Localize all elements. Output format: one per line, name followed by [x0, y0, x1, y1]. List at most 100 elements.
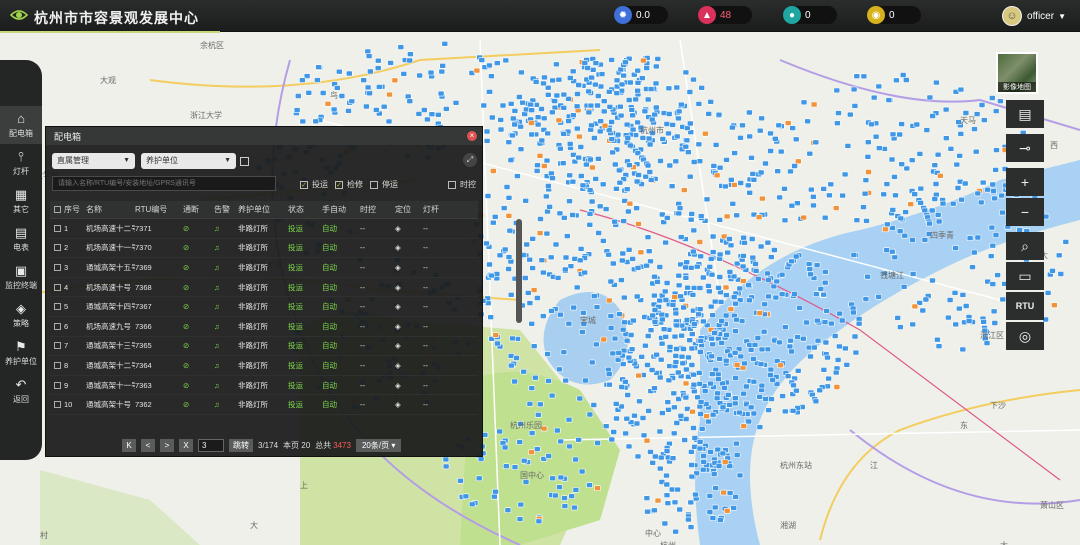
device-marker[interactable] — [933, 79, 940, 86]
device-marker[interactable] — [526, 101, 534, 108]
device-marker[interactable] — [526, 400, 534, 407]
device-marker[interactable] — [509, 115, 517, 122]
device-marker[interactable] — [662, 239, 669, 246]
device-marker[interactable] — [843, 361, 851, 368]
device-marker[interactable] — [319, 90, 327, 96]
device-marker[interactable] — [549, 475, 556, 482]
device-marker[interactable] — [716, 217, 724, 223]
device-marker[interactable] — [577, 173, 585, 179]
device-marker-alarm[interactable] — [530, 287, 538, 293]
device-marker[interactable] — [647, 327, 655, 334]
device-marker[interactable] — [727, 242, 735, 249]
device-marker[interactable] — [483, 138, 491, 144]
device-marker[interactable] — [1044, 290, 1052, 296]
device-marker[interactable] — [707, 99, 715, 105]
device-marker[interactable] — [610, 429, 618, 435]
sidebar-item-strategy[interactable]: ◈ 策略 — [0, 296, 42, 334]
device-marker[interactable] — [648, 116, 656, 123]
sidebar-item-other[interactable]: ▦ 其它 — [0, 182, 42, 220]
device-marker[interactable] — [439, 62, 447, 69]
row-checkbox[interactable] — [50, 244, 64, 252]
device-marker[interactable] — [665, 111, 673, 117]
device-marker[interactable] — [793, 387, 800, 394]
device-marker[interactable] — [685, 516, 692, 523]
device-marker[interactable] — [671, 333, 679, 340]
device-marker[interactable] — [494, 340, 501, 347]
device-marker[interactable] — [608, 136, 616, 142]
device-marker[interactable] — [731, 349, 739, 356]
filter-stop[interactable]: 停运 — [370, 179, 398, 190]
device-marker[interactable] — [645, 135, 653, 142]
device-marker[interactable] — [683, 317, 691, 323]
device-marker[interactable] — [742, 383, 750, 390]
device-marker[interactable] — [573, 103, 581, 110]
device-marker[interactable] — [664, 500, 672, 507]
device-marker[interactable] — [732, 300, 739, 307]
device-marker[interactable] — [705, 111, 713, 117]
device-marker[interactable] — [656, 465, 664, 472]
device-marker[interactable] — [917, 185, 925, 192]
device-marker[interactable] — [548, 308, 555, 314]
device-marker[interactable] — [690, 371, 697, 378]
device-marker[interactable] — [420, 107, 428, 113]
device-marker[interactable] — [684, 284, 691, 291]
device-marker[interactable] — [668, 183, 676, 189]
device-marker[interactable] — [690, 285, 698, 291]
device-marker[interactable] — [807, 186, 815, 193]
device-marker[interactable] — [623, 337, 631, 344]
device-marker[interactable] — [533, 168, 541, 174]
user-menu[interactable]: ☺ officer ▼ — [1002, 6, 1066, 26]
device-marker[interactable] — [665, 377, 673, 384]
device-marker[interactable] — [511, 464, 519, 471]
device-marker[interactable] — [834, 357, 842, 363]
device-marker[interactable] — [616, 311, 623, 318]
device-marker[interactable] — [570, 304, 578, 311]
device-marker[interactable] — [682, 264, 689, 271]
device-marker[interactable] — [625, 247, 633, 253]
device-marker[interactable] — [364, 48, 372, 55]
device-marker[interactable] — [651, 453, 659, 460]
device-marker[interactable] — [827, 320, 835, 327]
device-marker[interactable] — [898, 161, 906, 167]
device-marker[interactable] — [794, 367, 802, 374]
device-marker[interactable] — [651, 307, 659, 313]
device-marker[interactable] — [757, 169, 765, 176]
device-marker[interactable] — [676, 205, 684, 211]
device-marker[interactable] — [990, 308, 998, 315]
device-marker-alarm[interactable] — [882, 226, 889, 233]
device-marker[interactable] — [664, 399, 672, 405]
device-marker[interactable] — [619, 250, 627, 257]
device-marker[interactable] — [503, 184, 511, 190]
device-marker[interactable] — [707, 380, 714, 387]
device-marker[interactable] — [813, 262, 821, 269]
device-marker[interactable] — [751, 341, 759, 348]
device-marker[interactable] — [572, 456, 579, 463]
device-marker[interactable] — [946, 297, 954, 303]
device-marker[interactable] — [825, 375, 832, 382]
device-marker[interactable] — [983, 340, 991, 346]
device-marker[interactable] — [628, 346, 636, 353]
device-marker[interactable] — [718, 318, 726, 324]
device-marker[interactable] — [364, 84, 372, 91]
device-marker[interactable] — [994, 272, 1001, 278]
device-marker[interactable] — [644, 234, 652, 240]
device-marker[interactable] — [567, 263, 575, 270]
device-marker[interactable] — [820, 291, 828, 298]
device-marker[interactable] — [724, 249, 732, 256]
device-marker[interactable] — [622, 378, 629, 385]
device-marker[interactable] — [608, 436, 616, 443]
device-marker[interactable] — [715, 111, 723, 118]
device-marker[interactable] — [516, 94, 523, 100]
device-marker[interactable] — [521, 111, 529, 117]
device-marker[interactable] — [900, 283, 908, 290]
device-marker[interactable] — [989, 281, 997, 287]
device-marker[interactable] — [979, 179, 987, 186]
device-marker-alarm[interactable] — [713, 172, 721, 179]
device-marker[interactable] — [577, 246, 585, 252]
device-marker[interactable] — [701, 388, 709, 394]
device-marker[interactable] — [507, 362, 515, 369]
device-marker[interactable] — [348, 98, 356, 105]
device-marker[interactable] — [735, 409, 743, 416]
device-marker[interactable] — [478, 57, 486, 63]
device-marker[interactable] — [680, 346, 687, 352]
